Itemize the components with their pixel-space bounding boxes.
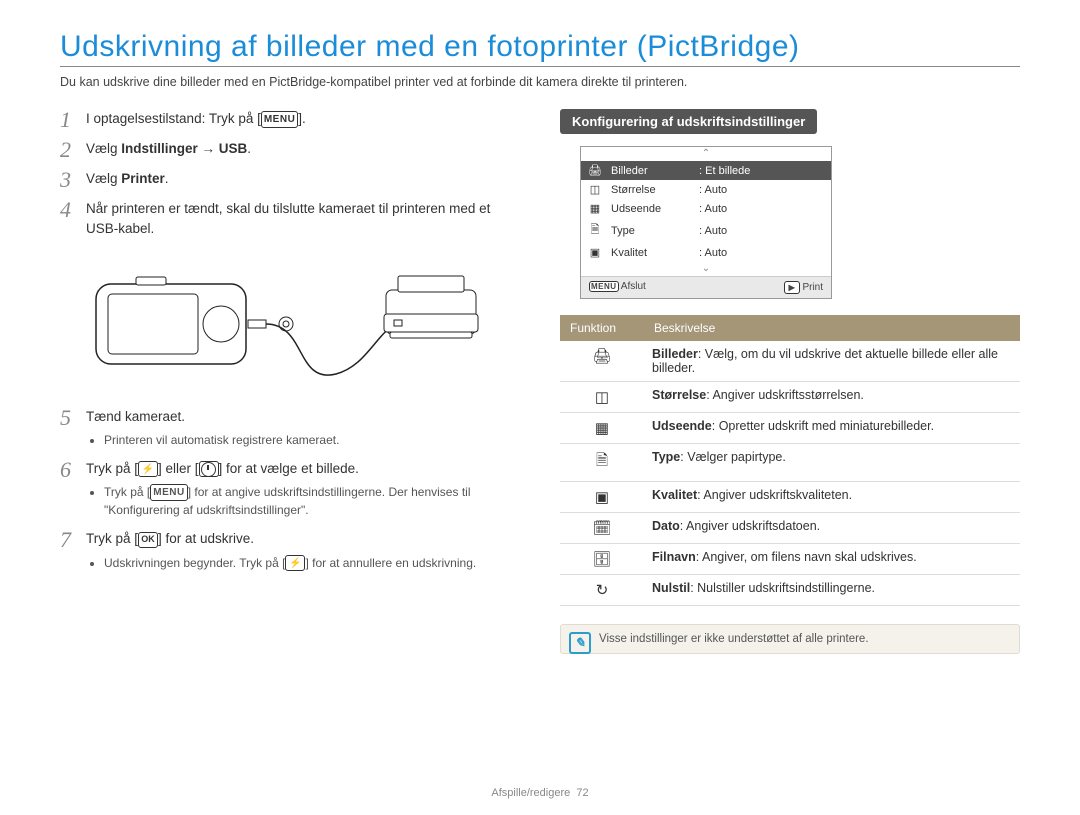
quality-icon: ▣ [587,246,603,259]
divider [60,66,1020,67]
step-6: 6 Tryk på [⚡] eller [] for at vælge et b… [60,459,520,522]
step-4: 4 Når printeren er tændt, skal du tilslu… [60,199,520,240]
table-row: 🗓 Dato: Angiver udskriftsdatoen. [560,513,1020,544]
lcd-row: 🗎 Type Auto [581,218,831,243]
printer-icon: 🖨 [587,164,603,177]
reset-icon: ↻ [560,575,644,606]
layout-icon: ▦ [560,413,644,444]
lcd-bottom-bar: MENU Afslut ▶ Print [581,276,831,298]
table-row: 🖨 Billeder: Vælg, om du vil udskrive det… [560,341,1020,382]
note-box: ✎ Visse indstillinger er ikke understøtt… [560,624,1020,654]
menu-button-icon: MENU [150,484,187,501]
scroll-down-icon: ⌄ [581,262,831,276]
table-row: ↻ Nulstil: Nulstiller udskriftsindstilli… [560,575,1020,606]
flash-button-icon: ⚡ [285,555,305,571]
step-2: 2 Vælg Indstillinger → USB. [60,139,520,161]
timer-button-icon [199,461,219,477]
section-heading: Konfigurering af udskriftsindstillinger [560,109,817,134]
size-icon: ◫ [587,183,603,196]
menu-button-icon: MENU [261,111,298,128]
date-icon: 🗓 [560,513,644,544]
lcd-preview: ⌃ 🖨 Billeder Et billede ◫ Størrelse Auto… [580,146,832,299]
flash-button-icon: ⚡ [138,461,158,477]
file-icon: 🗄 [560,544,644,575]
camera-printer-illustration [86,254,486,394]
table-row: ◫ Størrelse: Angiver udskriftsstørrelsen… [560,382,1020,413]
lcd-row-selected: 🖨 Billeder Et billede [581,161,831,180]
step-5: 5 Tænd kameraet. Printeren vil automatis… [60,407,520,451]
paper-icon: 🗎 [587,221,603,240]
step-3: 3 Vælg Printer. [60,169,520,191]
paper-icon: 🗎 [560,444,644,482]
printer-icon: 🖨 [560,341,644,382]
page-footer: Afspille/redigere 72 [0,787,1080,799]
page-intro: Du kan udskrive dine billeder med en Pic… [60,75,1020,89]
step-7: 7 Tryk på [OK] for at udskrive. Udskrivn… [60,529,520,573]
step-1: 1 I optagelsestilstand: Tryk på [MENU]. [60,109,520,131]
lcd-row: ▣ Kvalitet Auto [581,243,831,262]
lcd-row: ▦ Udseende Auto [581,199,831,218]
table-row: 🗄 Filnavn: Angiver, om filens navn skal … [560,544,1020,575]
scroll-up-icon: ⌃ [581,147,831,161]
ok-button-icon: OK [138,532,158,548]
layout-icon: ▦ [587,202,603,215]
table-row: ▣ Kvalitet: Angiver udskriftskvaliteten. [560,482,1020,513]
table-row: ▦ Udseende: Opretter udskrift med miniat… [560,413,1020,444]
right-column: Konfigurering af udskriftsindstillinger … [560,109,1020,654]
th-function: Funktion [560,315,644,341]
lcd-row: ◫ Størrelse Auto [581,180,831,199]
quality-icon: ▣ [560,482,644,513]
size-icon: ◫ [560,382,644,413]
menu-button-icon: MENU [589,281,619,292]
th-description: Beskrivelse [644,315,1020,341]
page-title: Udskrivning af billeder med en fotoprint… [60,30,1020,64]
play-button-icon: ▶ [784,281,800,294]
info-icon: ✎ [569,632,591,654]
left-column: 1 I optagelsestilstand: Tryk på [MENU]. … [60,109,520,654]
lcd-rows: 🖨 Billeder Et billede ◫ Størrelse Auto ▦… [581,161,831,262]
table-row: 🗎 Type: Vælger papirtype. [560,444,1020,482]
settings-table: Funktion Beskrivelse 🖨 Billeder: Vælg, o… [560,315,1020,606]
